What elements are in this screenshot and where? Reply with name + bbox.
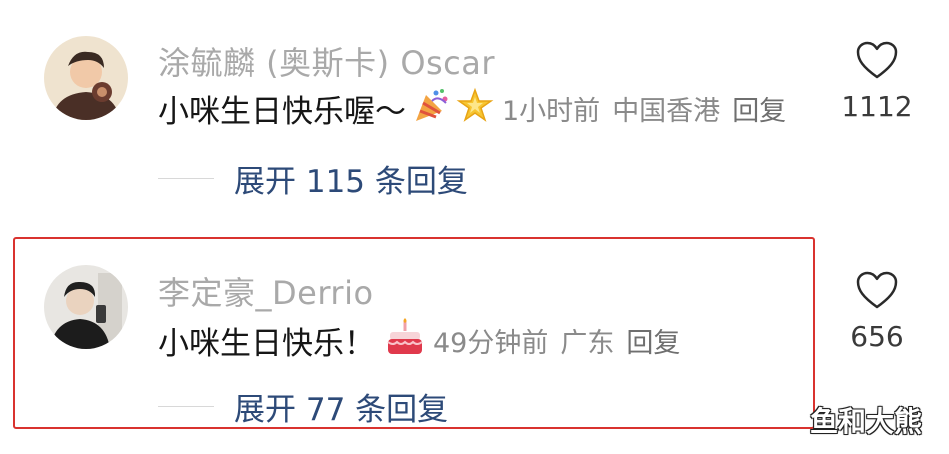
heart-icon[interactable] xyxy=(855,270,899,310)
like-group: 656 xyxy=(840,270,914,353)
highlight-box xyxy=(13,237,815,429)
like-count: 656 xyxy=(850,320,904,353)
watermark: 鱼和大熊 xyxy=(810,405,923,438)
